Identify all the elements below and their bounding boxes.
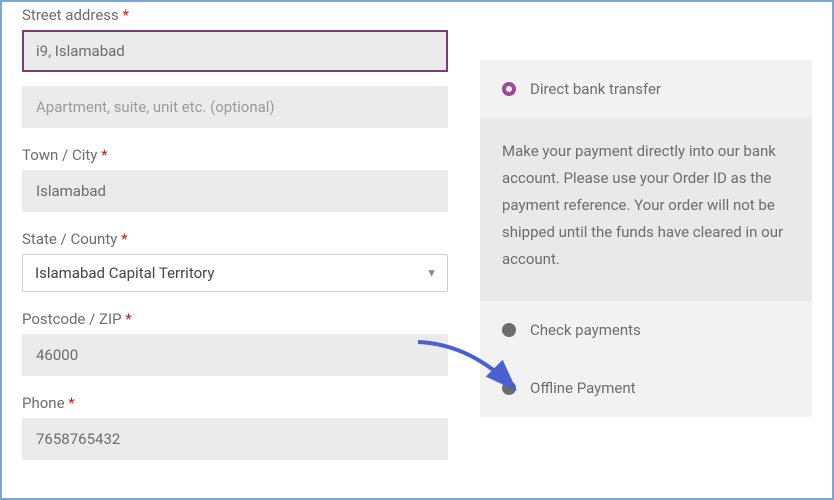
phone-input[interactable] <box>22 418 448 460</box>
payment-bank-description: Make your payment directly into our bank… <box>480 118 812 301</box>
columns: Street address * Town / City * State / C… <box>2 2 832 498</box>
field-state: State / County * Islamabad Capital Terri… <box>22 230 448 292</box>
radio-selected-icon <box>502 82 516 96</box>
radio-unselected-icon <box>502 381 516 395</box>
label-city-text: Town / City <box>22 146 97 164</box>
radio-unselected-icon <box>502 323 516 337</box>
payment-option-bank[interactable]: Direct bank transfer <box>480 60 812 118</box>
field-postcode: Postcode / ZIP * <box>22 310 448 376</box>
required-marker: * <box>101 146 107 164</box>
payment-option-check[interactable]: Check payments <box>480 301 812 359</box>
state-select[interactable]: Islamabad Capital Territory ▼ <box>22 254 448 292</box>
required-marker: * <box>125 310 131 328</box>
label-street: Street address * <box>22 6 448 24</box>
label-postcode-text: Postcode / ZIP <box>22 310 122 328</box>
state-selected-value: Islamabad Capital Territory <box>35 264 214 282</box>
billing-form: Street address * Town / City * State / C… <box>2 2 468 498</box>
required-marker: * <box>123 6 129 24</box>
label-street-text: Street address <box>22 6 119 24</box>
label-phone-text: Phone <box>22 394 65 412</box>
payment-check-label: Check payments <box>530 321 641 339</box>
apartment-input[interactable] <box>22 86 448 128</box>
postcode-input[interactable] <box>22 334 448 376</box>
payment-bank-label: Direct bank transfer <box>530 80 661 98</box>
payment-panel: Direct bank transfer Make your payment d… <box>468 2 832 498</box>
field-street: Street address * <box>22 6 448 128</box>
chevron-down-icon: ▼ <box>426 267 437 280</box>
field-city: Town / City * <box>22 146 448 212</box>
label-postcode: Postcode / ZIP * <box>22 310 448 328</box>
street-address-input[interactable] <box>22 30 448 72</box>
label-state-text: State / County <box>22 230 117 248</box>
label-city: Town / City * <box>22 146 448 164</box>
required-marker: * <box>68 394 74 412</box>
label-state: State / County * <box>22 230 448 248</box>
city-input[interactable] <box>22 170 448 212</box>
required-marker: * <box>121 230 127 248</box>
payment-offline-label: Offline Payment <box>530 379 636 397</box>
payment-box: Direct bank transfer Make your payment d… <box>480 60 812 417</box>
label-phone: Phone * <box>22 394 448 412</box>
checkout-frame: Street address * Town / City * State / C… <box>0 0 834 500</box>
field-phone: Phone * <box>22 394 448 460</box>
payment-option-offline[interactable]: Offline Payment <box>480 359 812 417</box>
